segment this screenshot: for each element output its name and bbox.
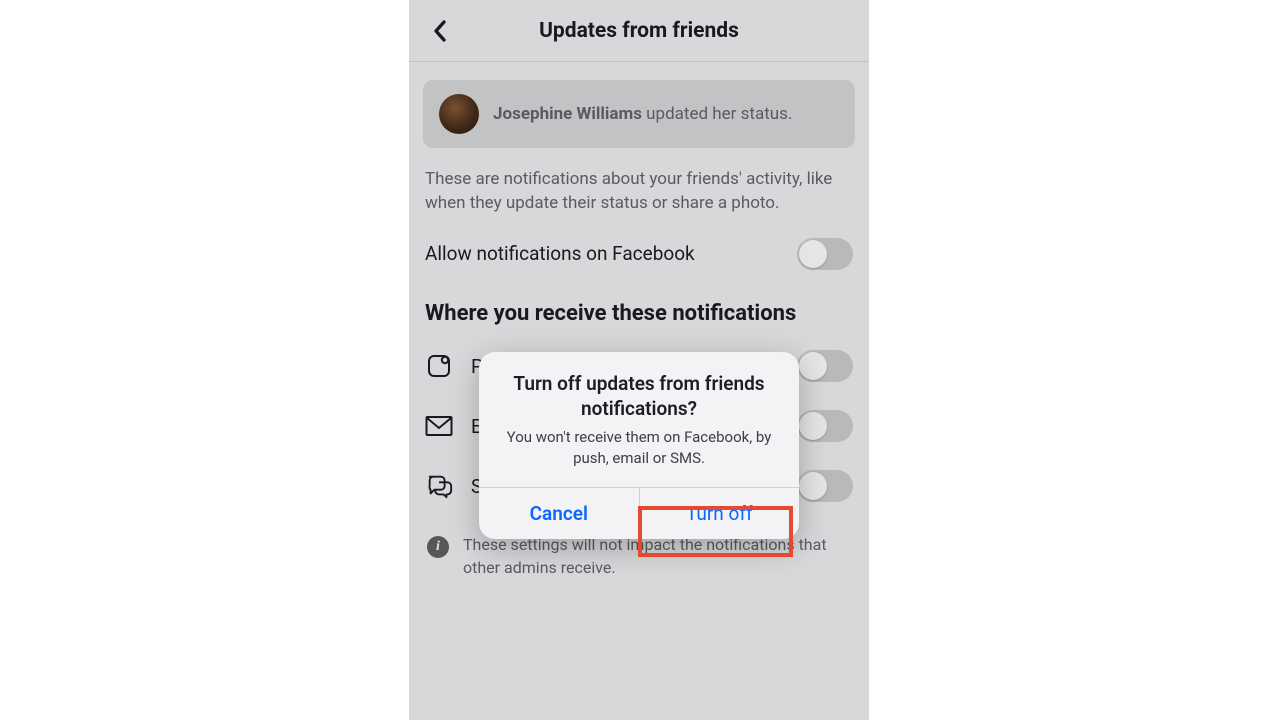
cancel-button[interactable]: Cancel bbox=[479, 488, 640, 539]
dialog-description: You won't receive them on Facebook, by p… bbox=[497, 427, 781, 469]
turn-off-button[interactable]: Turn off bbox=[640, 488, 800, 539]
settings-screen: Updates from friends Josephine Williams … bbox=[409, 0, 869, 720]
confirm-dialog: Turn off updates from friends notificati… bbox=[479, 352, 799, 539]
dialog-title: Turn off updates from friends notificati… bbox=[497, 372, 781, 421]
